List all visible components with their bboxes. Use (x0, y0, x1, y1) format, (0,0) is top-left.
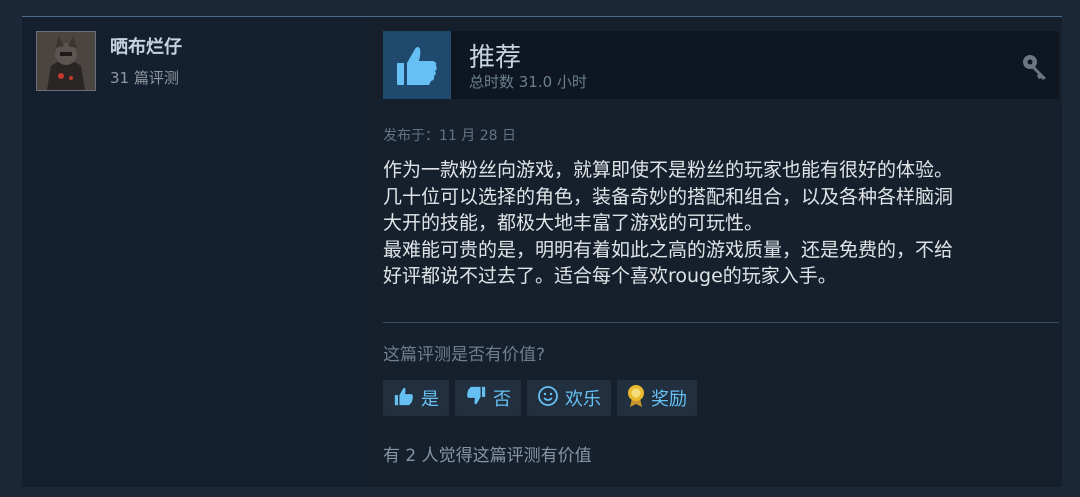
vote-no-button[interactable]: 否 (455, 380, 521, 416)
award-button[interactable]: 奖励 (617, 380, 697, 416)
key-icon[interactable] (1021, 53, 1049, 85)
feedback-buttons: 是 否 欢乐 奖励 (383, 380, 697, 416)
helpful-count: 有 2 人觉得这篇评测有价值 (383, 446, 592, 466)
award-icon (627, 384, 645, 413)
vote-yes-label: 是 (421, 389, 439, 410)
author-review-count[interactable]: 31 篇评测 (110, 67, 179, 88)
vote-header: 推荐 总时数 31.0 小时 (383, 31, 1059, 99)
thumbs-up-icon (393, 385, 415, 412)
review-card: 晒布烂仔 31 篇评测 推荐 总时数 31.0 小时 发布于：11 月 28 日… (22, 16, 1062, 487)
review-verdict: 推荐 (469, 43, 522, 73)
posted-date: 发布于：11 月 28 日 (383, 128, 516, 144)
vote-funny-button[interactable]: 欢乐 (527, 380, 611, 416)
vote-no-label: 否 (493, 389, 511, 410)
thumbs-up-icon (383, 31, 451, 99)
award-label: 奖励 (651, 389, 687, 410)
thumbs-down-icon (465, 385, 487, 412)
helpful-question: 这篇评测是否有价值? (383, 345, 546, 365)
author-name[interactable]: 晒布烂仔 (110, 33, 182, 59)
vote-yes-button[interactable]: 是 (383, 380, 449, 416)
author-panel: 晒布烂仔 31 篇评测 (22, 17, 368, 487)
divider (383, 322, 1059, 323)
vote-funny-label: 欢乐 (565, 389, 601, 410)
review-text: 作为一款粉丝向游戏，就算即使不是粉丝的玩家也能有很好的体验。 几十位可以选择的角… (383, 159, 954, 287)
smile-icon (537, 385, 559, 412)
avatar[interactable] (36, 31, 96, 91)
playtime-hours: 总时数 31.0 小时 (469, 73, 587, 91)
